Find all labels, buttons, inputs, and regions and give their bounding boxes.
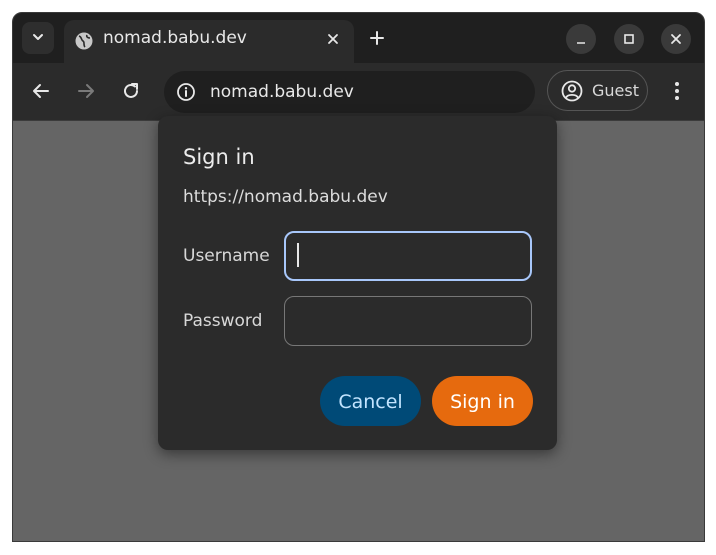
address-url: nomad.babu.dev: [210, 82, 354, 102]
tab-title: nomad.babu.dev: [103, 28, 247, 48]
dialog-origin: https://nomad.babu.dev: [183, 187, 388, 207]
password-label: Password: [183, 311, 263, 331]
browser-toolbar: nomad.babu.dev Guest: [13, 63, 704, 121]
plus-icon[interactable]: [366, 27, 388, 49]
sign-in-dialog: Sign in https://nomad.babu.dev Username …: [158, 116, 557, 450]
username-label: Username: [183, 246, 270, 266]
minimize-button[interactable]: [566, 24, 596, 54]
account-circle-icon: [561, 80, 583, 102]
text-caret: [297, 243, 299, 267]
sign-in-button[interactable]: Sign in: [432, 376, 533, 426]
arrow-right-icon[interactable]: [74, 79, 98, 103]
maximize-icon: [623, 30, 635, 49]
username-field[interactable]: [284, 231, 532, 281]
maximize-button[interactable]: [614, 24, 644, 54]
reload-icon[interactable]: [119, 79, 143, 103]
chevron-down-icon: [31, 29, 45, 48]
more-vert-icon[interactable]: [667, 79, 687, 103]
tab-search-button[interactable]: [22, 22, 54, 54]
address-bar[interactable]: nomad.babu.dev: [164, 71, 535, 113]
cancel-button[interactable]: Cancel: [320, 376, 421, 426]
close-icon: [670, 30, 682, 49]
tab-strip: nomad.babu.dev: [13, 13, 704, 65]
close-icon[interactable]: [323, 29, 343, 49]
close-window-button[interactable]: [661, 24, 691, 54]
profile-button[interactable]: Guest: [547, 70, 648, 111]
arrow-left-icon[interactable]: [29, 79, 53, 103]
minimize-icon: [575, 30, 587, 49]
info-icon[interactable]: [176, 82, 196, 102]
dialog-title: Sign in: [183, 145, 255, 169]
globe-icon: [74, 31, 94, 51]
profile-label: Guest: [592, 81, 639, 100]
password-field[interactable]: [284, 296, 532, 346]
tab-active[interactable]: nomad.babu.dev: [64, 20, 354, 65]
